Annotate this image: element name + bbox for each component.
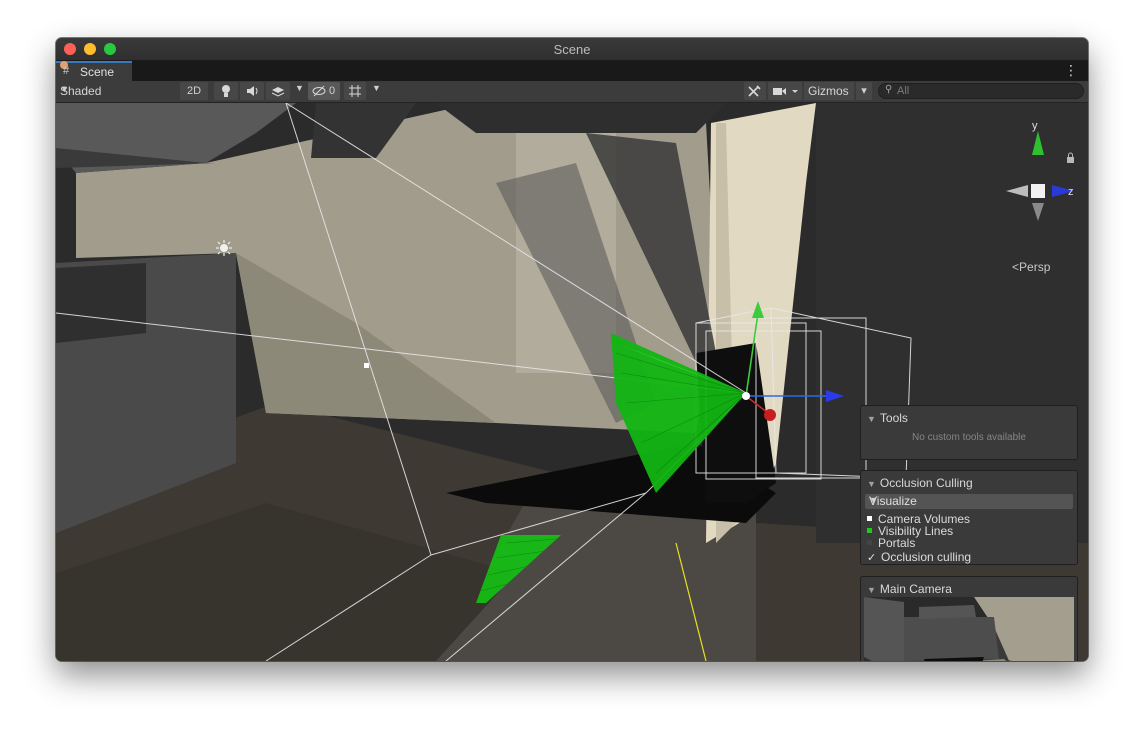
tools-button[interactable] [744, 82, 766, 100]
main-camera-overlay: ▼ Main Camera [860, 576, 1078, 661]
tab-scene-label: Scene [80, 65, 115, 79]
checkmark-icon: ✓ [867, 552, 877, 564]
occlusion-culling-overlay: ▼ Occlusion Culling Visualize ▼ Camera Vo… [860, 470, 1078, 565]
camera-preview-render [864, 597, 1074, 661]
collapse-triangle-icon: ▼ [867, 479, 876, 489]
layers-icon [271, 87, 285, 97]
search-icon: ⚲ [885, 84, 893, 95]
projection-label: Persp [1019, 260, 1051, 274]
occlusion-title: Occlusion Culling [879, 476, 973, 490]
camera-title: Main Camera [879, 582, 952, 596]
occlusion-overlay-header[interactable]: ▼ Occlusion Culling [867, 476, 973, 490]
legend-swatch [867, 528, 872, 534]
tools-overlay-header[interactable]: ▼ Tools [867, 411, 908, 425]
collapse-triangle-icon: ▼ [867, 585, 876, 595]
camera-icon [773, 88, 798, 95]
scene-toolbar: Shaded ▼ 2D ▼ 0 ▼ Gizmos ▾ ⚲ [56, 81, 1088, 103]
tools-title: Tools [879, 411, 908, 425]
lighting-toggle-button[interactable] [214, 82, 238, 100]
scene-grid-icon: # [63, 65, 70, 77]
persp-chevron-icon: < [1012, 260, 1020, 274]
grid-snap-button[interactable] [344, 82, 366, 100]
hidden-objects-toggle-button[interactable]: 0 [308, 82, 340, 100]
light-icon [216, 240, 232, 256]
title-bar: Scene [56, 38, 1088, 61]
camera-overlay-header[interactable]: ▼ Main Camera [867, 582, 952, 596]
shading-mode-dropdown[interactable]: Shaded ▼ [58, 82, 174, 100]
effects-toggle-button[interactable] [266, 82, 290, 100]
tab-scene[interactable]: # Scene [56, 61, 132, 81]
hierarchy-search: ⚲ [878, 83, 1084, 99]
search-input[interactable] [897, 85, 1077, 97]
toggle-2d-button[interactable]: 2D [180, 82, 208, 100]
projection-toggle[interactable]: <Persp [1012, 260, 1050, 274]
collapse-triangle-icon: ▼ [867, 414, 876, 424]
hidden-count: 0 [329, 85, 336, 97]
tools-overlay: ▼ Tools No custom tools available [860, 405, 1078, 460]
gizmos-dropdown-chevron-icon[interactable]: ▾ [856, 82, 872, 100]
audio-toggle-button[interactable] [240, 82, 264, 100]
chevron-down-icon: ▼ [60, 84, 69, 94]
gizmos-button[interactable]: Gizmos [804, 82, 854, 100]
legend-portals: Portals [867, 536, 915, 550]
grid-icon [349, 85, 361, 97]
scene-window: Scene # Scene ⋮ Shaded ▼ 2D ▼ 0 ▼ Gizmos… [56, 38, 1088, 661]
occlusion-culling-label: Occlusion culling [881, 550, 972, 564]
legend-swatch [867, 516, 872, 522]
axis-z-label: z [1068, 186, 1074, 198]
effects-dropdown-chevron-icon[interactable]: ▼ [295, 83, 304, 93]
legend-swatch [867, 540, 872, 546]
more-options-icon[interactable]: ⋮ [1064, 62, 1078, 79]
occlusion-culling-toggle[interactable]: ✓ Occlusion culling [867, 550, 971, 564]
camera-settings-button[interactable] [768, 82, 802, 100]
camera-preview [864, 597, 1074, 661]
eye-slash-icon [312, 85, 326, 97]
scene-viewport[interactable]: y z <Persp ▼ Tools No custom tools availa… [56, 103, 1088, 661]
grid-dropdown-chevron-icon[interactable]: ▼ [372, 83, 381, 93]
lightbulb-icon [222, 85, 230, 97]
wrench-icon [748, 85, 761, 97]
window-title: Scene [553, 42, 591, 57]
speaker-icon [247, 86, 258, 96]
tab-bar: # Scene ⋮ [56, 61, 1088, 81]
visualize-mode-dropdown[interactable]: Visualize ▼ [865, 494, 1073, 509]
legend-label: Portals [878, 536, 916, 550]
chevron-down-icon: ▼ [869, 495, 878, 505]
axis-y-label: y [1032, 120, 1038, 132]
tools-hint: No custom tools available [912, 432, 1026, 443]
